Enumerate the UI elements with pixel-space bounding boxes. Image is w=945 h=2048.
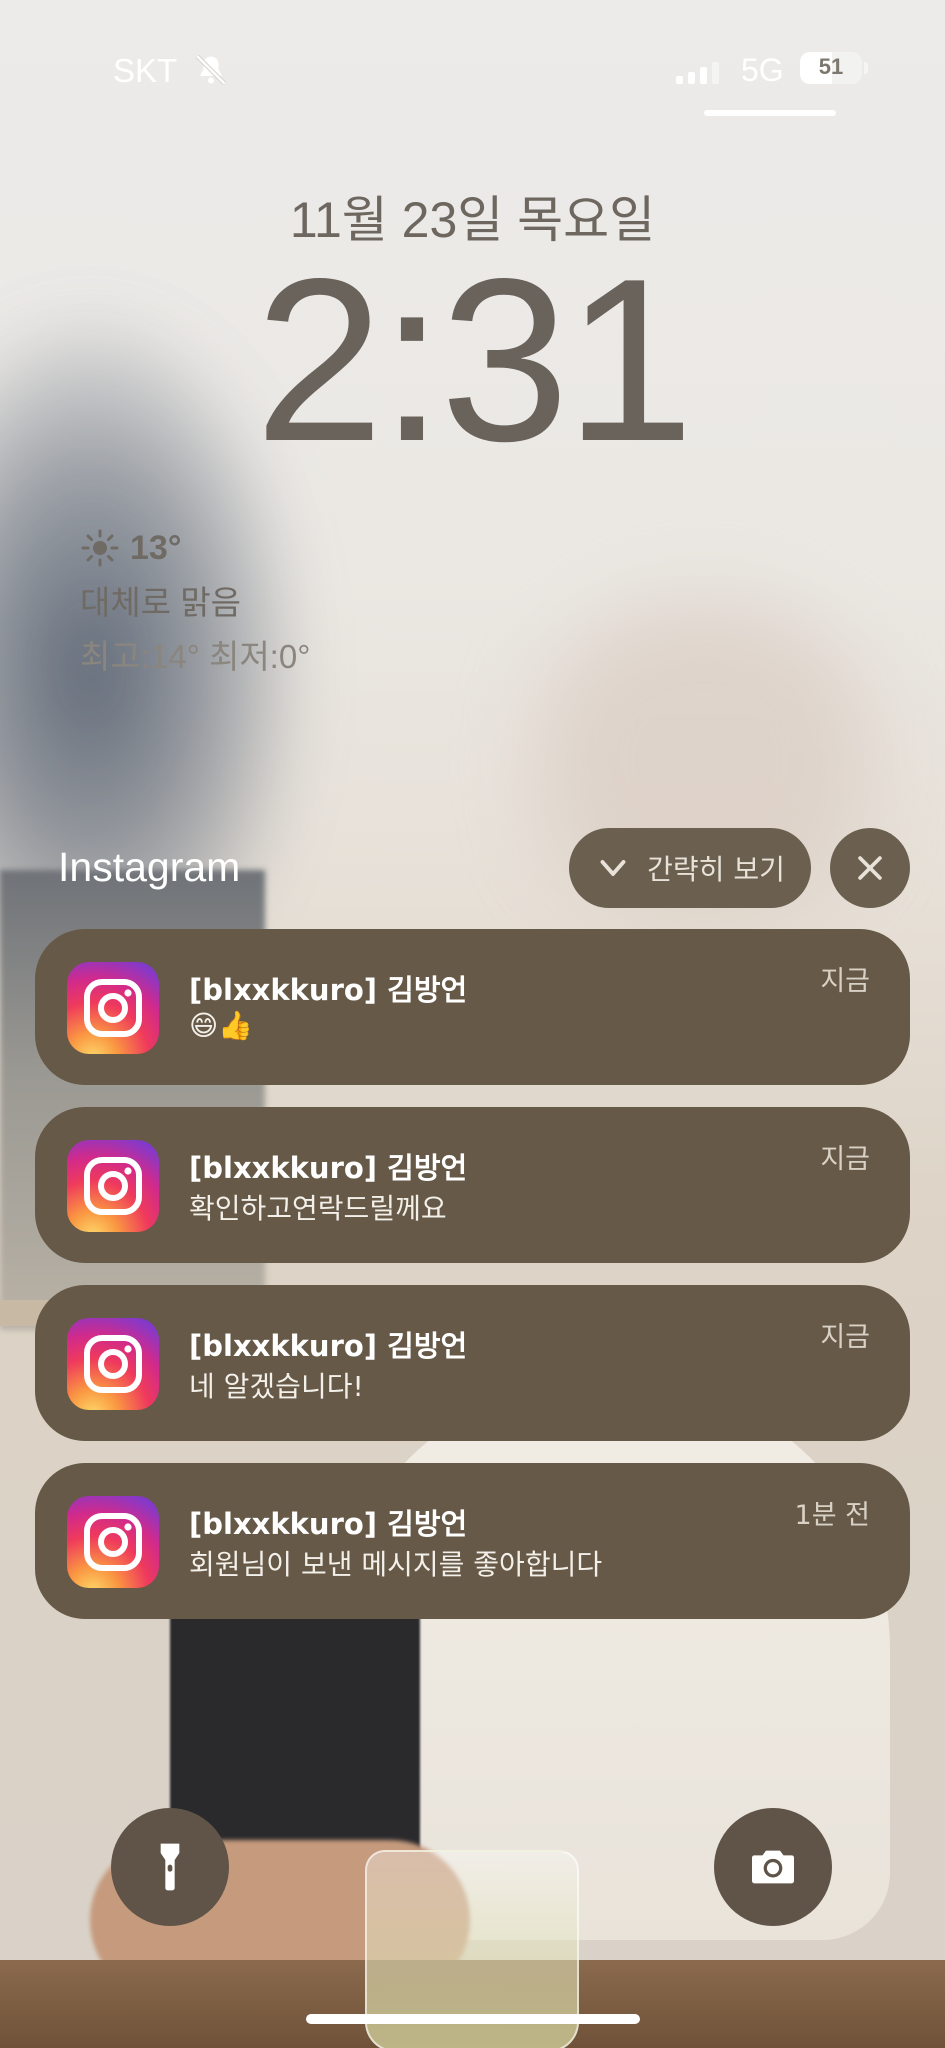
clear-notifications-button[interactable] <box>830 828 910 908</box>
weather-temperature: 13° <box>130 528 182 567</box>
battery-percent: 51 <box>818 54 844 79</box>
notification-time: 지금 <box>820 1322 870 1353</box>
status-bar: SKT 5G 51 <box>0 0 945 140</box>
instagram-icon <box>67 1496 159 1588</box>
notification-title: [blxxkkuro] 김방언 <box>189 1329 468 1363</box>
chevron-down-icon <box>600 860 626 876</box>
home-indicator[interactable] <box>306 2014 640 2024</box>
notification-time: 지금 <box>820 966 870 997</box>
notification-card[interactable]: [blxxkkuro] 김방언 네 알겠습니다! 지금 <box>35 1285 910 1441</box>
notification-card[interactable]: [blxxkkuro] 김방언 확인하고연락드릴께요 지금 <box>35 1107 910 1263</box>
show-less-label: 간략히 보기 <box>647 853 785 886</box>
notification-title: [blxxkkuro] 김방언 <box>189 973 468 1007</box>
sun-icon <box>81 529 119 567</box>
status-indicator-bar <box>704 110 836 116</box>
notification-body: 네 알겠습니다! <box>189 1370 364 1403</box>
carrier-label: SKT <box>113 52 178 89</box>
weather-condition: 대체로 맑음 <box>80 584 241 621</box>
signal-strength-icon <box>676 62 719 84</box>
notification-title: [blxxkkuro] 김방언 <box>189 1507 468 1541</box>
show-less-button[interactable]: 간략히 보기 <box>569 828 811 908</box>
close-icon <box>858 856 882 880</box>
notification-group-title: Instagram <box>58 844 241 890</box>
notification-body: 😄👍 <box>189 1009 254 1042</box>
notification-time: 1분 전 <box>794 1500 870 1531</box>
weather-range: 최고:14° 최저:0° <box>80 638 311 675</box>
camera-icon <box>752 1850 794 1884</box>
instagram-icon <box>67 1140 159 1232</box>
network-type: 5G <box>741 52 784 88</box>
flashlight-icon <box>160 1843 180 1891</box>
instagram-icon <box>67 1318 159 1410</box>
notification-body: 확인하고연락드릴께요 <box>189 1192 447 1225</box>
flashlight-button[interactable] <box>111 1808 229 1926</box>
camera-button[interactable] <box>714 1808 832 1926</box>
notification-card[interactable]: [blxxkkuro] 김방언 회원님이 보낸 메시지를 좋아합니다 1분 전 <box>35 1463 910 1619</box>
notification-body: 회원님이 보낸 메시지를 좋아합니다 <box>189 1548 603 1581</box>
bell-slash-icon <box>195 54 227 86</box>
notification-card[interactable]: [blxxkkuro] 김방언 😄👍 지금 <box>35 929 910 1085</box>
lockscreen-clock: 2:31 <box>254 231 695 490</box>
battery-icon: 51 <box>800 52 862 84</box>
weather-widget[interactable]: 13° 대체로 맑음 최고:14° 최저:0° <box>80 528 310 678</box>
notification-time: 지금 <box>820 1144 870 1175</box>
notification-title: [blxxkkuro] 김방언 <box>189 1151 468 1185</box>
instagram-icon <box>67 962 159 1054</box>
